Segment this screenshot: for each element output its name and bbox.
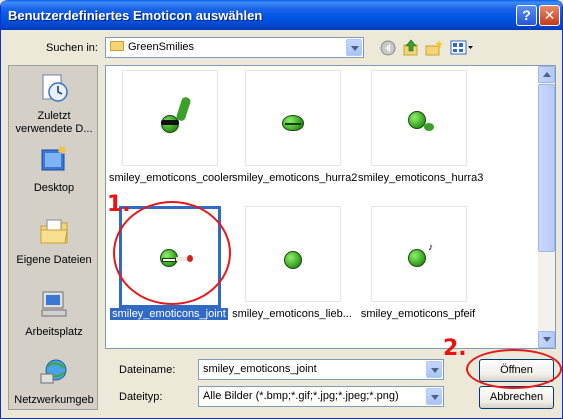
vertical-scrollbar[interactable] — [538, 66, 555, 348]
place-recent-label: Zuletzt verwendete D... — [15, 110, 93, 135]
thumbnail: ♪ — [371, 206, 467, 302]
filetype-value: Alle Bilder (*.bmp;*.gif;*.jpg;*.jpeg;*.… — [203, 390, 399, 402]
help-button[interactable]: ? — [516, 5, 537, 26]
lookin-dropdown-button[interactable] — [346, 39, 362, 56]
file-name: smiley_emoticons_hurra2 — [232, 172, 358, 184]
cancel-button[interactable]: Abbrechen — [479, 386, 554, 409]
thumbnail — [245, 206, 341, 302]
network-icon — [40, 359, 67, 384]
close-button[interactable]: ✕ — [539, 5, 560, 26]
place-my-documents-label: Eigene Dateien — [16, 254, 92, 266]
file-item[interactable]: ♪ smiley_emoticons_pfeif — [358, 204, 478, 334]
music-note-icon: ♪ — [428, 242, 433, 253]
annotation-step-1: 1. — [107, 192, 131, 217]
window-title: Benutzerdefiniertes Emoticon auswählen — [8, 8, 263, 23]
new-folder-icon[interactable] — [425, 39, 443, 57]
view-menu-icon[interactable] — [450, 39, 474, 57]
title-bar[interactable]: Benutzerdefiniertes Emoticon auswählen ?… — [1, 0, 562, 30]
file-name: smiley_emoticons_hurra3 — [358, 172, 484, 184]
recent-documents-icon — [42, 74, 68, 102]
smiley-icon — [284, 251, 302, 269]
filetype-dropdown-button[interactable] — [426, 388, 442, 405]
place-recent[interactable]: Zuletzt verwendete D... — [9, 72, 99, 136]
mouth-icon — [285, 123, 301, 125]
lookin-label: Suchen in: — [46, 42, 98, 54]
place-my-documents[interactable]: Eigene Dateien — [9, 216, 99, 267]
annotation-circle-file — [113, 201, 231, 305]
smiley-icon — [408, 249, 426, 267]
filename-value: smiley_emoticons_joint — [203, 363, 317, 375]
filetype-label: Dateityp: — [119, 391, 163, 403]
back-icon[interactable] — [379, 39, 397, 57]
help-icon: ? — [522, 7, 531, 23]
filename-dropdown-button[interactable] — [426, 361, 442, 378]
place-my-computer[interactable]: Arbeitsplatz — [9, 288, 99, 339]
file-item[interactable]: smiley_emoticons_hurra2 — [232, 68, 358, 198]
place-network[interactable]: Netzwerkumgeb — [9, 356, 99, 407]
my-documents-icon — [40, 219, 68, 244]
place-network-label: Netzwerkumgeb — [14, 394, 94, 406]
thumbnail — [122, 70, 218, 166]
up-folder-icon[interactable] — [402, 39, 420, 57]
places-bar: Zuletzt verwendete D... Desktop Eigene D… — [8, 65, 98, 410]
place-my-computer-label: Arbeitsplatz — [25, 326, 83, 338]
scroll-thumb[interactable] — [538, 84, 555, 252]
annotation-step-2: 2. — [443, 336, 467, 361]
scroll-down-button[interactable] — [538, 331, 555, 348]
thumbnail — [245, 70, 341, 166]
place-desktop[interactable]: Desktop — [9, 144, 99, 195]
my-computer-icon — [41, 291, 67, 317]
file-name: smiley_emoticons_joint — [110, 308, 228, 320]
place-desktop-label: Desktop — [33, 182, 75, 194]
file-name: smiley_emoticons_lieb... — [232, 308, 352, 320]
file-item[interactable]: smiley_emoticons_hurra3 — [358, 68, 484, 198]
waving-hand-icon — [175, 96, 192, 122]
filename-input[interactable]: smiley_emoticons_joint — [198, 359, 444, 380]
sunglasses-icon — [161, 120, 179, 125]
folder-icon — [110, 41, 124, 52]
file-item[interactable]: smiley_emoticons_lieb... — [232, 204, 352, 334]
lookin-value: GreenSmilies — [128, 41, 195, 53]
lookin-combo[interactable]: GreenSmilies — [105, 37, 364, 58]
thumbnail — [371, 70, 467, 166]
file-item[interactable]: smiley_emoticons_cooler — [109, 68, 233, 198]
filename-label: Dateiname: — [119, 364, 176, 376]
file-name: smiley_emoticons_pfeif — [360, 308, 476, 320]
close-icon: ✕ — [543, 7, 556, 23]
scroll-up-button[interactable] — [538, 66, 555, 83]
annotation-circle-open — [466, 349, 562, 389]
hand-icon — [424, 123, 434, 131]
filetype-select[interactable]: Alle Bilder (*.bmp;*.gif;*.jpg;*.jpeg;*.… — [198, 386, 444, 407]
file-name: smiley_emoticons_cooler — [109, 172, 233, 184]
desktop-icon — [41, 146, 66, 171]
file-open-dialog: Benutzerdefiniertes Emoticon auswählen ?… — [0, 0, 563, 419]
